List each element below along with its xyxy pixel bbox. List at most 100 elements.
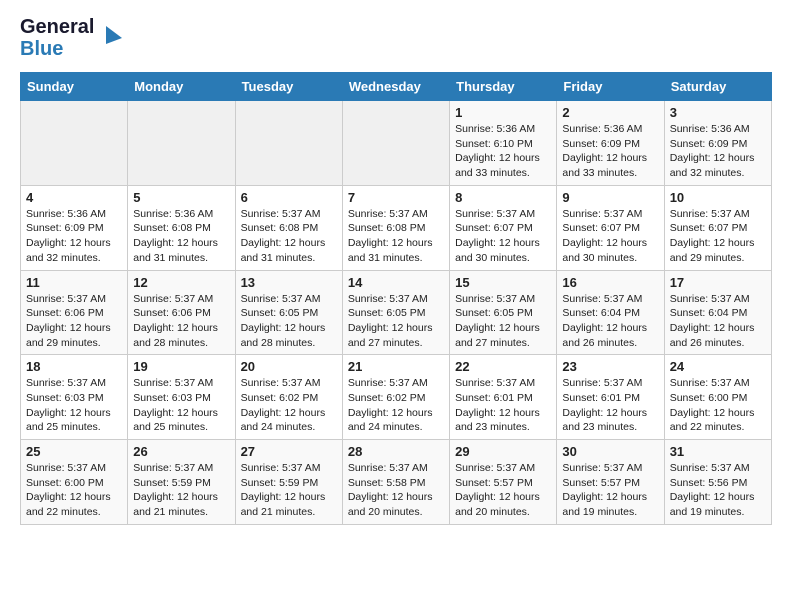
day-info: Sunrise: 5:37 AM Sunset: 5:56 PM Dayligh…	[670, 461, 766, 520]
calendar-cell: 3 Sunrise: 5:36 AM Sunset: 6:09 PM Daylig…	[664, 101, 771, 186]
header-row: Sunday Monday Tuesday Wednesday Thursday…	[21, 73, 772, 101]
day-number: 23	[562, 359, 658, 374]
calendar-week-row: 1 Sunrise: 5:36 AM Sunset: 6:10 PM Daylig…	[21, 101, 772, 186]
logo-blue: Blue	[20, 38, 63, 60]
day-number: 14	[348, 275, 444, 290]
day-number: 7	[348, 190, 444, 205]
calendar-cell: 7Sunrise: 5:37 AM Sunset: 6:08 PM Daylig…	[342, 185, 449, 270]
col-friday: Friday	[557, 73, 664, 101]
calendar-cell: 13Sunrise: 5:37 AM Sunset: 6:05 PM Dayli…	[235, 270, 342, 355]
calendar-cell: 29 Sunrise: 5:37 AM Sunset: 5:57 PM Dayli…	[450, 440, 557, 525]
calendar-cell: 16 Sunrise: 5:37 AM Sunset: 6:04 PM Dayli…	[557, 270, 664, 355]
day-info: Sunrise: 5:37 AM Sunset: 6:00 PM Dayligh…	[670, 376, 766, 435]
calendar-cell: 31Sunrise: 5:37 AM Sunset: 5:56 PM Dayli…	[664, 440, 771, 525]
calendar-cell: 15Sunrise: 5:37 AM Sunset: 6:05 PM Dayli…	[450, 270, 557, 355]
calendar-week-row: 4 Sunrise: 5:36 AM Sunset: 6:09 PM Daylig…	[21, 185, 772, 270]
day-number: 27	[241, 444, 337, 459]
day-info: Sunrise: 5:37 AM Sunset: 6:07 PM Dayligh…	[562, 207, 658, 266]
logo-general: General	[20, 16, 94, 38]
day-info: Sunrise: 5:37 AM Sunset: 6:04 PM Dayligh…	[562, 292, 658, 351]
calendar-cell	[235, 101, 342, 186]
calendar-cell: 14Sunrise: 5:37 AM Sunset: 6:05 PM Dayli…	[342, 270, 449, 355]
day-number: 24	[670, 359, 766, 374]
calendar-cell: 20 Sunrise: 5:37 AM Sunset: 6:02 PM Dayli…	[235, 355, 342, 440]
calendar-cell	[128, 101, 235, 186]
day-number: 6	[241, 190, 337, 205]
calendar-cell: 11 Sunrise: 5:37 AM Sunset: 6:06 PM Dayli…	[21, 270, 128, 355]
day-info: Sunrise: 5:37 AM Sunset: 5:58 PM Dayligh…	[348, 461, 444, 520]
day-number: 17	[670, 275, 766, 290]
calendar-cell: 4 Sunrise: 5:36 AM Sunset: 6:09 PM Daylig…	[21, 185, 128, 270]
day-number: 2	[562, 105, 658, 120]
calendar-cell: 22Sunrise: 5:37 AM Sunset: 6:01 PM Dayli…	[450, 355, 557, 440]
day-info: Sunrise: 5:37 AM Sunset: 6:04 PM Dayligh…	[670, 292, 766, 351]
day-info: Sunrise: 5:36 AM Sunset: 6:09 PM Dayligh…	[670, 122, 766, 181]
calendar-cell	[342, 101, 449, 186]
day-number: 18	[26, 359, 122, 374]
col-saturday: Saturday	[664, 73, 771, 101]
day-info: Sunrise: 5:37 AM Sunset: 6:03 PM Dayligh…	[26, 376, 122, 435]
day-info: Sunrise: 5:36 AM Sunset: 6:10 PM Dayligh…	[455, 122, 551, 181]
calendar-table: Sunday Monday Tuesday Wednesday Thursday…	[20, 72, 772, 525]
day-number: 10	[670, 190, 766, 205]
day-info: Sunrise: 5:37 AM Sunset: 6:08 PM Dayligh…	[241, 207, 337, 266]
header: General Blue	[20, 16, 772, 60]
calendar-cell: 19 Sunrise: 5:37 AM Sunset: 6:03 PM Dayli…	[128, 355, 235, 440]
day-number: 16	[562, 275, 658, 290]
day-info: Sunrise: 5:37 AM Sunset: 6:01 PM Dayligh…	[562, 376, 658, 435]
logo-arrow-icon	[96, 24, 124, 52]
col-thursday: Thursday	[450, 73, 557, 101]
day-info: Sunrise: 5:36 AM Sunset: 6:09 PM Dayligh…	[26, 207, 122, 266]
day-number: 22	[455, 359, 551, 374]
day-number: 30	[562, 444, 658, 459]
col-wednesday: Wednesday	[342, 73, 449, 101]
calendar-body: 1 Sunrise: 5:36 AM Sunset: 6:10 PM Daylig…	[21, 101, 772, 525]
calendar-cell: 18 Sunrise: 5:37 AM Sunset: 6:03 PM Dayli…	[21, 355, 128, 440]
day-number: 8	[455, 190, 551, 205]
day-number: 19	[133, 359, 229, 374]
day-number: 15	[455, 275, 551, 290]
day-info: Sunrise: 5:37 AM Sunset: 6:06 PM Dayligh…	[26, 292, 122, 351]
day-number: 1	[455, 105, 551, 120]
col-sunday: Sunday	[21, 73, 128, 101]
day-info: Sunrise: 5:37 AM Sunset: 5:59 PM Dayligh…	[241, 461, 337, 520]
day-info: Sunrise: 5:37 AM Sunset: 6:03 PM Dayligh…	[133, 376, 229, 435]
day-number: 28	[348, 444, 444, 459]
day-number: 3	[670, 105, 766, 120]
day-number: 21	[348, 359, 444, 374]
day-info: Sunrise: 5:37 AM Sunset: 5:57 PM Dayligh…	[455, 461, 551, 520]
day-info: Sunrise: 5:37 AM Sunset: 6:00 PM Dayligh…	[26, 461, 122, 520]
calendar-week-row: 25 Sunrise: 5:37 AM Sunset: 6:00 PM Dayli…	[21, 440, 772, 525]
calendar-cell: 17 Sunrise: 5:37 AM Sunset: 6:04 PM Dayli…	[664, 270, 771, 355]
day-number: 11	[26, 275, 122, 290]
page: General Blue Sunday Monday Tuesday Wedne…	[0, 0, 792, 541]
calendar-cell: 23 Sunrise: 5:37 AM Sunset: 6:01 PM Dayli…	[557, 355, 664, 440]
day-number: 26	[133, 444, 229, 459]
calendar-header: Sunday Monday Tuesday Wednesday Thursday…	[21, 73, 772, 101]
day-number: 9	[562, 190, 658, 205]
calendar-cell: 10Sunrise: 5:37 AM Sunset: 6:07 PM Dayli…	[664, 185, 771, 270]
day-number: 20	[241, 359, 337, 374]
calendar-cell	[21, 101, 128, 186]
day-info: Sunrise: 5:36 AM Sunset: 6:08 PM Dayligh…	[133, 207, 229, 266]
calendar-cell: 30 Sunrise: 5:37 AM Sunset: 5:57 PM Dayli…	[557, 440, 664, 525]
calendar-cell: 1 Sunrise: 5:36 AM Sunset: 6:10 PM Daylig…	[450, 101, 557, 186]
calendar-cell: 28 Sunrise: 5:37 AM Sunset: 5:58 PM Dayli…	[342, 440, 449, 525]
calendar-cell: 5 Sunrise: 5:36 AM Sunset: 6:08 PM Daylig…	[128, 185, 235, 270]
calendar-cell: 25 Sunrise: 5:37 AM Sunset: 6:00 PM Dayli…	[21, 440, 128, 525]
day-number: 4	[26, 190, 122, 205]
calendar-cell: 24 Sunrise: 5:37 AM Sunset: 6:00 PM Dayli…	[664, 355, 771, 440]
col-tuesday: Tuesday	[235, 73, 342, 101]
calendar-week-row: 18 Sunrise: 5:37 AM Sunset: 6:03 PM Dayli…	[21, 355, 772, 440]
calendar-cell: 21Sunrise: 5:37 AM Sunset: 6:02 PM Dayli…	[342, 355, 449, 440]
day-info: Sunrise: 5:37 AM Sunset: 6:02 PM Dayligh…	[241, 376, 337, 435]
day-number: 5	[133, 190, 229, 205]
day-info: Sunrise: 5:37 AM Sunset: 5:57 PM Dayligh…	[562, 461, 658, 520]
calendar-cell: 12 Sunrise: 5:37 AM Sunset: 6:06 PM Dayli…	[128, 270, 235, 355]
day-number: 25	[26, 444, 122, 459]
day-info: Sunrise: 5:37 AM Sunset: 6:06 PM Dayligh…	[133, 292, 229, 351]
day-number: 12	[133, 275, 229, 290]
col-monday: Monday	[128, 73, 235, 101]
calendar-cell: 26Sunrise: 5:37 AM Sunset: 5:59 PM Dayli…	[128, 440, 235, 525]
day-number: 29	[455, 444, 551, 459]
